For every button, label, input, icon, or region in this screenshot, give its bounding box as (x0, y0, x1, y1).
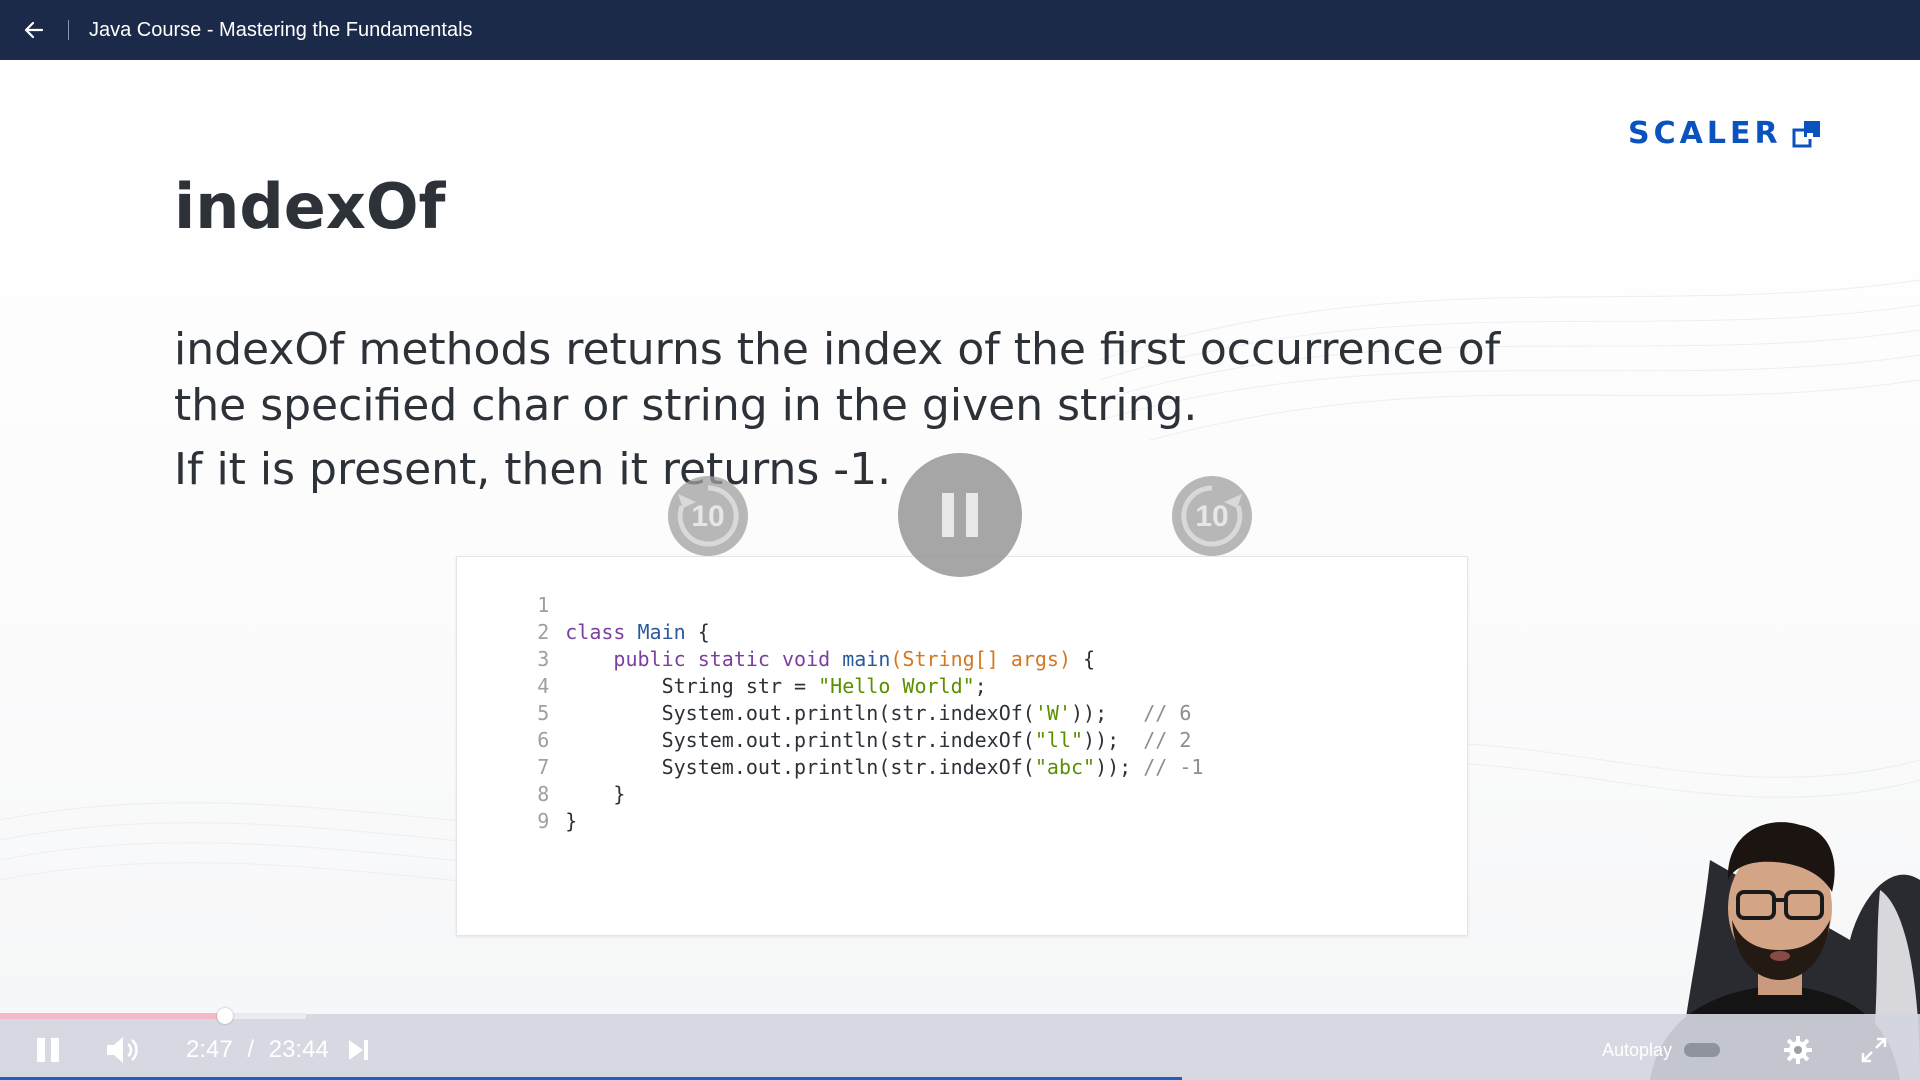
autoplay-label: Autoplay (1602, 1040, 1673, 1060)
code-line: 7 System.out.println(str.indexOf("abc"))… (537, 755, 1204, 779)
pause-icon (37, 1038, 59, 1062)
scaler-logo-icon (1792, 120, 1820, 147)
back-button[interactable] (16, 12, 52, 48)
time-display: 2:47 / 23:44 (186, 1036, 329, 1064)
progress-scrubber[interactable] (217, 1008, 233, 1024)
course-title: Java Course - Mastering the Fundamentals (89, 18, 473, 41)
play-pause-button[interactable] (30, 1034, 66, 1066)
current-time: 2:47 (186, 1036, 233, 1063)
volume-button[interactable] (102, 1032, 142, 1068)
slide-title: indexOf (174, 170, 446, 243)
code-line: 9} (537, 809, 578, 833)
progress-played[interactable] (0, 1013, 225, 1019)
code-line: 6 System.out.println(str.indexOf("ll"));… (537, 728, 1192, 752)
forward-10-icon: 10 (1181, 485, 1243, 547)
center-pause-button[interactable] (898, 453, 1022, 577)
brand-name: SCALER (1628, 116, 1782, 151)
code-line: 8 } (537, 782, 626, 806)
time-separator: / (247, 1036, 255, 1063)
svg-text:10: 10 (1195, 500, 1228, 533)
code-line: 4 String str = "Hello World"; (537, 674, 987, 698)
volume-icon (107, 1037, 138, 1063)
video-stage[interactable]: SCALER indexOf indexOf methods returns t… (0, 60, 1920, 1080)
fullscreen-icon (1861, 1037, 1887, 1063)
code-line: 3 public static void main(String[] args)… (537, 647, 1096, 671)
rewind-10-button[interactable]: 10 (668, 476, 748, 556)
back-arrow-icon (24, 21, 44, 39)
settings-icon (1784, 1036, 1812, 1064)
duration: 23:44 (268, 1036, 329, 1063)
slide-note: If it is present, then it returns -1. (174, 444, 892, 495)
rewind-10-icon: 10 (677, 485, 739, 547)
code-block: 1 2 class Main { 3 public static void mai… (456, 556, 1468, 936)
pause-icon (942, 493, 978, 537)
code-line: 2 class Main { (537, 620, 710, 644)
fullscreen-button[interactable] (1858, 1034, 1890, 1066)
autoplay-toggle[interactable] (1684, 1043, 1720, 1057)
slide-description: indexOf methods returns the index of the… (174, 324, 1501, 431)
code-line: 5 System.out.println(str.indexOf('W')); … (537, 701, 1192, 725)
next-button[interactable] (344, 1036, 372, 1064)
code-line: 1 (537, 593, 550, 617)
scaler-brand: SCALER (1628, 116, 1824, 151)
forward-10-button[interactable]: 10 (1172, 476, 1252, 556)
top-bar: Java Course - Mastering the Fundamentals (0, 0, 1920, 60)
settings-button[interactable] (1782, 1034, 1814, 1066)
svg-text:10: 10 (691, 500, 724, 533)
header-divider (68, 20, 69, 40)
skip-next-icon (349, 1040, 368, 1060)
